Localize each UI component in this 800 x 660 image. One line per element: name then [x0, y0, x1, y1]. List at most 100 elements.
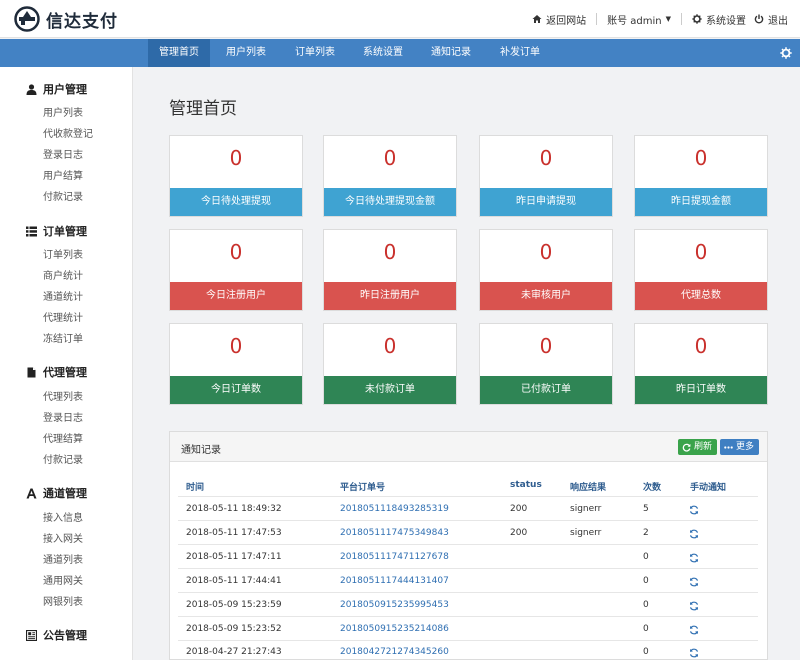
sidebar-group-label: 订单管理 [43, 225, 87, 238]
nav-item-notify-records[interactable]: 通知记录 [419, 39, 483, 67]
sidebar-item-order-list[interactable]: 订单列表 [43, 248, 83, 264]
cell-count: 2 [643, 528, 649, 538]
order-no-link[interactable]: 2018051118493285319 [340, 504, 449, 514]
sidebar-group-announcement-management[interactable]: 公告管理 [26, 626, 87, 644]
font-icon [26, 488, 37, 498]
sidebar-group-order-management[interactable]: 订单管理 [26, 222, 87, 240]
nav-item-system-settings[interactable]: 系统设置 [351, 39, 415, 67]
column-header-order-no: 平台订单号 [340, 483, 386, 493]
order-no-link[interactable]: 2018042721274345260 [340, 647, 449, 657]
cell-response: signerr [570, 528, 602, 538]
sidebar-item-agent-list[interactable]: 代理列表 [43, 390, 83, 406]
stat-card-yesterday-orders[interactable]: 0 昨日订单数 [634, 323, 768, 405]
notify-records-panel: 通知记录 刷新 更多 时间 平台订单号 status 响应结果 次数 手动通知 … [169, 431, 768, 660]
sidebar-item-channel-list[interactable]: 通道列表 [43, 553, 83, 569]
row-divider [178, 640, 758, 641]
sidebar-item-access-gateway[interactable]: 接入网关 [43, 532, 83, 548]
sidebar-item-collection-register[interactable]: 代收款登记 [43, 127, 93, 143]
gear-icon [692, 14, 702, 24]
sidebar-group-agent-management[interactable]: 代理管理 [26, 363, 87, 381]
top-links: 返回网站 账号 admin ▼ 系统设置 退出 [528, 0, 792, 38]
stat-card-paid-orders[interactable]: 0 已付款订单 [479, 323, 613, 405]
main-nav: 管理首页 用户列表 订单列表 系统设置 通知记录 补发订单 [0, 39, 800, 67]
sidebar-item-agent-stats[interactable]: 代理统计 [43, 311, 83, 327]
manual-notify-icon[interactable] [689, 553, 699, 563]
stat-card-yesterday-withdrawal-requests[interactable]: 0 昨日申请提现 [479, 135, 613, 217]
system-settings-link[interactable]: 系统设置 [688, 12, 750, 27]
sidebar-group-user-management[interactable]: 用户管理 [26, 80, 87, 98]
column-header-response: 响应结果 [570, 483, 607, 493]
stat-card-today-pending-withdrawal-amount[interactable]: 0 今日待处理提现金额 [323, 135, 457, 217]
stat-label: 今日注册用户 [170, 282, 302, 310]
sidebar-item-user-list[interactable]: 用户列表 [43, 106, 83, 122]
sidebar-item-payment-records[interactable]: 付款记录 [43, 190, 83, 206]
stat-value: 0 [229, 240, 243, 264]
sidebar-item-agent-settlement[interactable]: 代理结算 [43, 432, 83, 448]
nav-item-orders[interactable]: 订单列表 [283, 39, 347, 67]
cell-count: 0 [643, 647, 649, 657]
order-no-link[interactable]: 2018051117444131407 [340, 576, 449, 586]
cell-count: 0 [643, 600, 649, 610]
sidebar-item-merchant-stats[interactable]: 商户统计 [43, 269, 83, 285]
sidebar-item-login-log[interactable]: 登录日志 [43, 148, 83, 164]
stat-card-yesterday-new-users[interactable]: 0 昨日注册用户 [323, 229, 457, 311]
nav-item-dashboard[interactable]: 管理首页 [148, 39, 210, 67]
gear-icon[interactable] [780, 47, 792, 59]
stat-value: 0 [694, 240, 708, 264]
manual-notify-icon[interactable] [689, 529, 699, 539]
stat-card-unreviewed-users[interactable]: 0 未审核用户 [479, 229, 613, 311]
order-no-link[interactable]: 2018050915235995453 [340, 600, 449, 610]
sidebar-group-channel-management[interactable]: 通道管理 [26, 484, 87, 502]
manual-notify-icon[interactable] [689, 577, 699, 587]
stat-card-total-agents[interactable]: 0 代理总数 [634, 229, 768, 311]
stat-value: 0 [694, 146, 708, 170]
stat-value: 0 [229, 146, 243, 170]
cell-time: 2018-05-09 15:23:59 [186, 600, 282, 610]
manual-notify-icon[interactable] [689, 601, 699, 611]
manual-notify-icon[interactable] [689, 648, 699, 658]
column-header-status: status [510, 480, 542, 490]
row-divider [178, 568, 758, 569]
sidebar-item-user-settlement[interactable]: 用户结算 [43, 169, 83, 185]
nav-item-resend-orders[interactable]: 补发订单 [488, 39, 552, 67]
stat-card-unpaid-orders[interactable]: 0 未付款订单 [323, 323, 457, 405]
refresh-button[interactable]: 刷新 [678, 439, 718, 455]
nav-item-users[interactable]: 用户列表 [214, 39, 278, 67]
sidebar-item-access-info[interactable]: 接入信息 [43, 511, 83, 527]
sidebar-item-channel-stats[interactable]: 通道统计 [43, 290, 83, 306]
stat-value: 0 [694, 334, 708, 358]
cell-time: 2018-05-11 17:47:11 [186, 552, 282, 562]
brand-logo[interactable]: 信达支付 [14, 6, 118, 32]
stat-card-today-new-users[interactable]: 0 今日注册用户 [169, 229, 303, 311]
order-no-link[interactable]: 2018051117475349843 [340, 528, 449, 538]
sidebar-item-bank-list[interactable]: 网银列表 [43, 595, 83, 611]
column-header-manual-notify: 手动通知 [690, 483, 727, 493]
sidebar-item-agent-login-log[interactable]: 登录日志 [43, 411, 83, 427]
panel-header: 通知记录 刷新 更多 [170, 432, 767, 462]
sidebar-item-common-gateway[interactable]: 通用网关 [43, 574, 83, 590]
cell-time: 2018-05-11 18:49:32 [186, 504, 282, 514]
stat-value: 0 [383, 240, 397, 264]
order-no-link[interactable]: 2018051117471127678 [340, 552, 449, 562]
account-menu[interactable]: 账号 admin ▼ [603, 12, 675, 27]
order-no-link[interactable]: 2018050915235214086 [340, 624, 449, 634]
stat-label: 今日待处理提现 [170, 188, 302, 216]
stat-card-today-pending-withdrawals[interactable]: 0 今日待处理提现 [169, 135, 303, 217]
manual-notify-icon[interactable] [689, 625, 699, 635]
row-divider [178, 592, 758, 593]
cell-status: 200 [510, 504, 528, 514]
stat-card-today-orders[interactable]: 0 今日订单数 [169, 323, 303, 405]
more-button[interactable]: 更多 [720, 439, 760, 455]
stat-label: 今日订单数 [170, 376, 302, 404]
system-settings-label: 系统设置 [706, 15, 746, 27]
caret-down-icon: ▼ [665, 15, 671, 23]
sidebar-item-agent-payment-records[interactable]: 付款记录 [43, 453, 83, 469]
sidebar-item-frozen-orders[interactable]: 冻结订单 [43, 332, 83, 348]
stat-label: 代理总数 [635, 282, 767, 310]
logout-link[interactable]: 退出 [750, 12, 792, 27]
manual-notify-icon[interactable] [689, 505, 699, 515]
stat-card-yesterday-withdrawal-amount[interactable]: 0 昨日提现金额 [634, 135, 768, 217]
row-divider [178, 496, 758, 497]
column-header-time: 时间 [186, 483, 205, 493]
back-to-site-link[interactable]: 返回网站 [528, 12, 590, 27]
